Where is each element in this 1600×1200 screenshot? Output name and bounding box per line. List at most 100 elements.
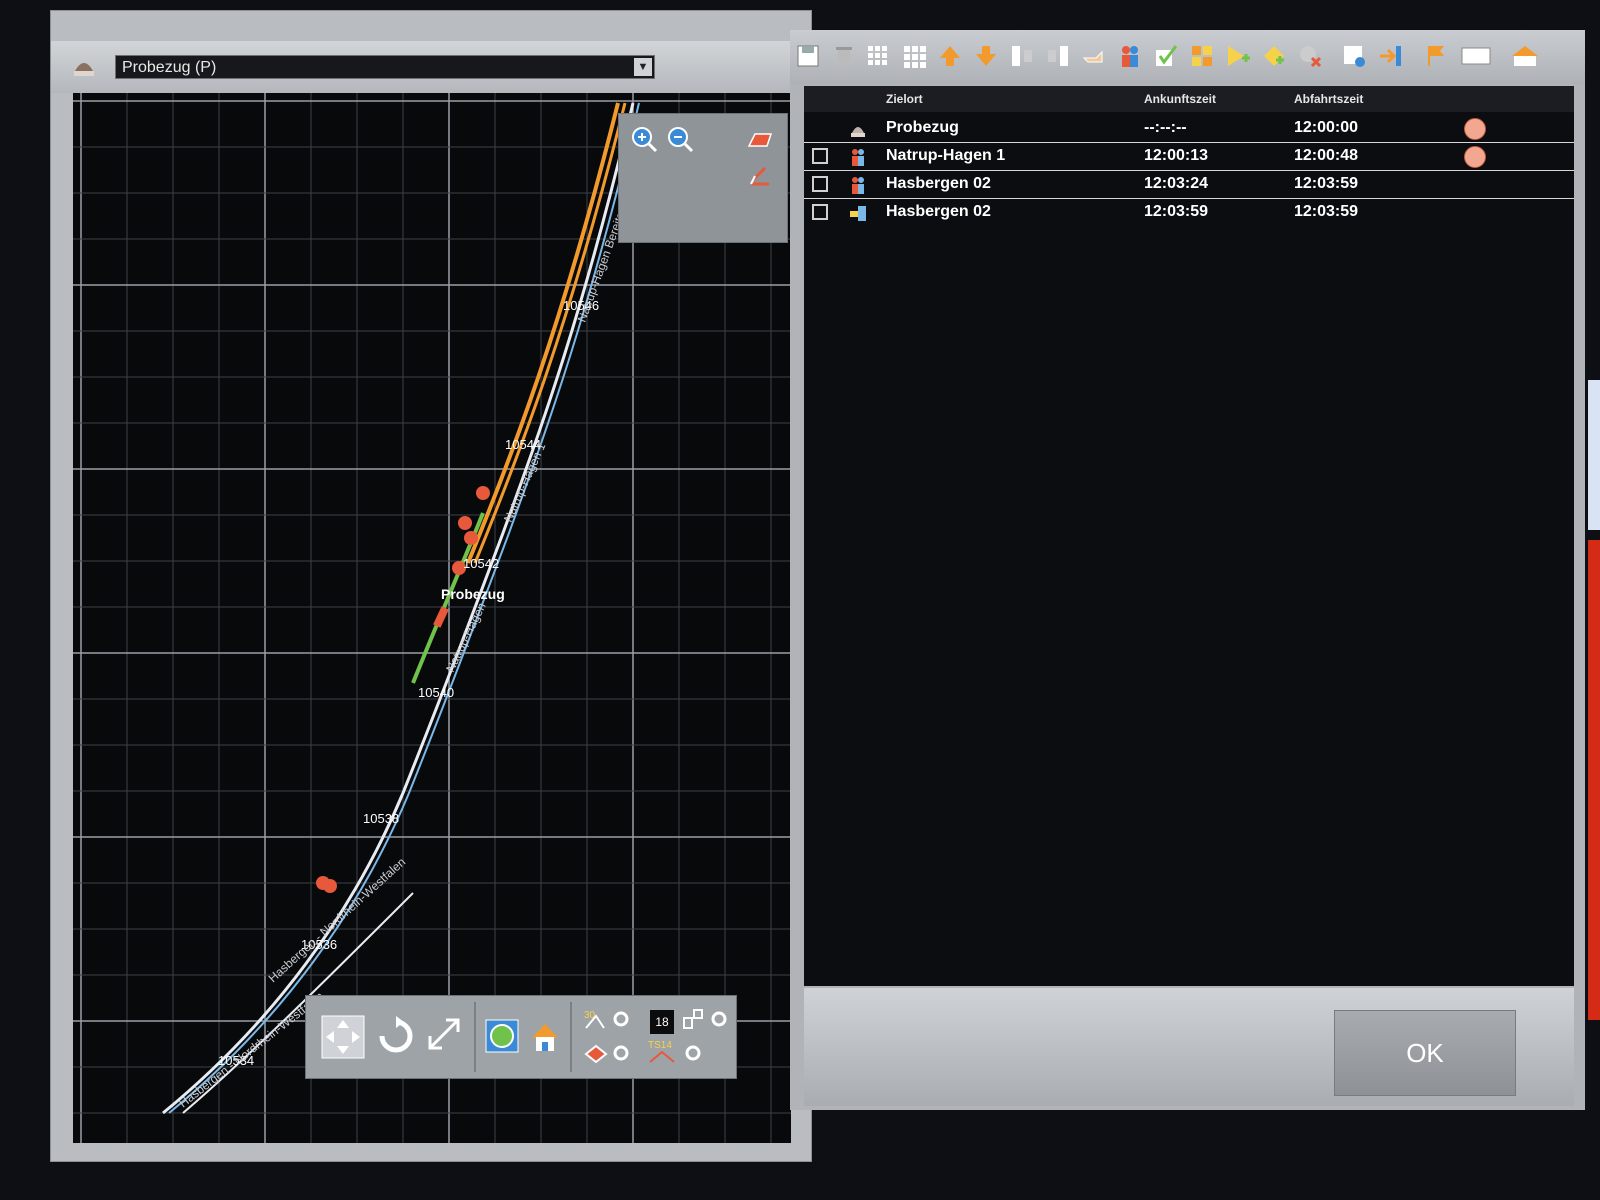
station-dot[interactable]	[458, 516, 472, 530]
trash-icon[interactable]	[830, 42, 858, 70]
distance-marker: 10538	[363, 811, 399, 826]
station-dot[interactable]	[476, 486, 490, 500]
grid-large-icon[interactable]	[900, 42, 928, 70]
train-icon	[74, 63, 94, 76]
table-row[interactable]: Probezug --:--:-- 12:00:00	[804, 116, 1574, 143]
station-icon[interactable]	[1508, 42, 1542, 70]
track-lines	[162, 102, 640, 1115]
track-side	[168, 102, 640, 1114]
option-circle-icon[interactable]	[684, 1044, 702, 1062]
row-destination: Natrup-Hagen 1	[886, 147, 1006, 164]
row-departure: 12:00:00	[1294, 119, 1359, 136]
speed-indicator: 18	[650, 1010, 674, 1034]
table-row[interactable]: Hasbergen 02 12:03:59 12:03:59	[804, 200, 1574, 226]
enter-icon[interactable]	[1376, 42, 1404, 70]
train-icon	[851, 127, 865, 137]
layout-icon[interactable]	[1188, 42, 1216, 70]
save-icon[interactable]	[794, 42, 822, 70]
train-label: Probezug	[441, 586, 505, 602]
table-row[interactable]: Hasbergen 02 12:03:24 12:03:59	[804, 172, 1574, 199]
track-map[interactable]: 10546 10544 10542 10540 10538 10536 1053…	[73, 93, 791, 1143]
track-map-canvas[interactable]: 10546 10544 10542 10540 10538 10536 1053…	[73, 93, 791, 1143]
table-header: Zielort Ankunftszeit Abfahrtszeit	[804, 86, 1574, 112]
train-marker[interactable]	[433, 606, 449, 628]
option-circle-icon[interactable]	[612, 1044, 630, 1062]
row-departure: 12:03:59	[1294, 175, 1359, 192]
eraser-icon[interactable]	[745, 124, 775, 154]
add-waypoint-icon[interactable]	[1224, 42, 1252, 70]
row-destination: Hasbergen 02	[886, 175, 991, 192]
timetable-panel: Zielort Ankunftszeit Abfahrtszeit Probez…	[790, 30, 1585, 1110]
row-destination: Probezug	[886, 119, 959, 136]
toolbar-divider	[474, 1002, 476, 1072]
map-toolbar: 30 18 TS14	[305, 995, 737, 1079]
table-row[interactable]: Natrup-Hagen 1 12:00:13 12:00:48	[804, 144, 1574, 171]
column-header-departure[interactable]: Abfahrtszeit	[1294, 92, 1363, 106]
row-checkbox[interactable]	[812, 204, 828, 220]
hand-pointer-icon[interactable]	[1080, 42, 1108, 70]
rotate-icon[interactable]	[374, 1014, 418, 1058]
column-header-arrival[interactable]: Ankunftszeit	[1144, 92, 1216, 106]
zoom-in-icon[interactable]	[629, 124, 659, 154]
passenger-icon[interactable]	[1116, 42, 1144, 70]
globe-icon[interactable]	[484, 1018, 520, 1054]
checklist-icon[interactable]	[1152, 42, 1180, 70]
marker-icon[interactable]	[582, 1040, 610, 1068]
track-label: Hasbergen - Nordrhein-Westfalen	[176, 989, 326, 1110]
timetable-toolbar	[790, 30, 1585, 84]
timetable-table: Zielort Ankunftszeit Abfahrtszeit Probez…	[804, 86, 1574, 986]
settings-icon[interactable]	[1340, 42, 1368, 70]
passenger-icon	[852, 149, 864, 166]
row-arrival: 12:03:59	[1144, 203, 1209, 220]
column-header-destination[interactable]: Zielort	[886, 92, 923, 106]
keyboard-icon[interactable]	[1460, 42, 1492, 70]
grid-small-icon[interactable]	[864, 42, 892, 70]
timetable-signal-icon[interactable]: TS14	[646, 1036, 678, 1066]
resize-icon[interactable]	[424, 1014, 464, 1054]
train-select[interactable]: Probezug (P) ▼	[115, 55, 655, 79]
move-down-icon[interactable]	[972, 42, 1000, 70]
dialog-footer: OK	[804, 988, 1574, 1106]
signal-icon	[850, 206, 866, 221]
driver-icon[interactable]	[1464, 146, 1486, 168]
row-arrival: 12:03:24	[1144, 175, 1209, 192]
toolbar-divider	[570, 1002, 572, 1072]
track-label: Natrup-Hagen	[443, 600, 489, 674]
row-arrival: --:--:--	[1144, 119, 1187, 136]
row-departure: 12:00:48	[1294, 147, 1359, 164]
ok-button[interactable]: OK	[1334, 1010, 1516, 1096]
track-orange-segment	[466, 102, 620, 564]
split-icon[interactable]	[1008, 42, 1036, 70]
home-icon[interactable]	[528, 1020, 562, 1054]
train-select-value: Probezug (P)	[122, 59, 217, 76]
row-checkbox[interactable]	[812, 148, 828, 164]
merge-icon[interactable]	[1044, 42, 1072, 70]
map-grid	[73, 93, 791, 1143]
zoom-out-icon[interactable]	[665, 124, 695, 154]
passenger-icon	[852, 177, 864, 194]
edit-track-icon[interactable]	[745, 160, 775, 190]
driver-icon[interactable]	[1464, 118, 1486, 140]
remove-icon[interactable]	[1296, 42, 1324, 70]
row-departure: 12:03:59	[1294, 203, 1359, 220]
svg-text:TS14: TS14	[648, 1040, 672, 1051]
track-main	[162, 102, 635, 1115]
station-dot[interactable]	[464, 531, 478, 545]
track-labels: Natrup-Hagen Bereitstellung Natrup-Hagen…	[176, 177, 639, 1110]
station-dot[interactable]	[323, 879, 337, 893]
map-panel: Probezug (P) ▼ 10546 10544 10542 10540 1…	[50, 10, 812, 1162]
chevron-down-icon[interactable]: ▼	[634, 58, 652, 76]
move-up-icon[interactable]	[936, 42, 964, 70]
move-icon[interactable]	[320, 1014, 366, 1060]
option-circle-icon[interactable]	[612, 1010, 630, 1028]
add-stop-icon[interactable]	[1260, 42, 1288, 70]
distance-marker: 10542	[463, 556, 499, 571]
row-arrival: 12:00:13	[1144, 147, 1209, 164]
row-checkbox[interactable]	[812, 176, 828, 192]
map-topbar: Probezug (P) ▼	[51, 41, 811, 93]
flag-icon[interactable]	[1422, 42, 1450, 70]
signal-settings-icon[interactable]	[680, 1006, 706, 1032]
option-circle-icon[interactable]	[710, 1010, 728, 1028]
background-edge	[1588, 540, 1600, 1020]
camera-3d-icon[interactable]: 30	[582, 1006, 608, 1032]
